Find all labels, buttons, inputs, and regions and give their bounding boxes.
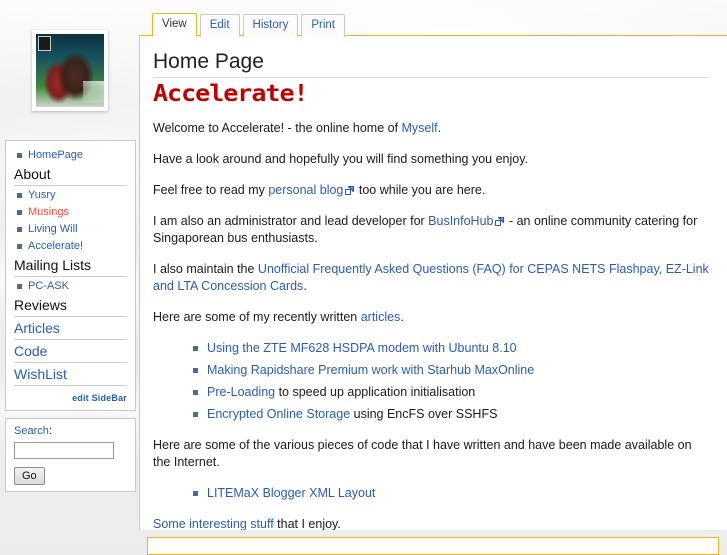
sidebar-heading-code[interactable]: Code [14,343,127,363]
intro-text-b: . [437,121,442,135]
article-link[interactable]: Using the ZTE MF628 HSDPA modem with Ubu… [207,341,517,355]
businfohub-text-a: I am also an administrator and lead deve… [153,214,429,228]
sidebar-item-pc-ask[interactable]: PC-ASK [14,278,127,294]
search-go-button[interactable]: Go [14,467,45,485]
sidebar-item-label[interactable]: PC-ASK [28,280,69,292]
articles-text-b: . [400,310,404,324]
external-link-icon [345,186,355,195]
intro-text-a: Welcome to Accelerate! - the online home… [153,121,402,135]
interesting-stuff-paragraph: Some interesting stuff that I enjoy. [153,516,709,530]
sidebar-item-homepage[interactable]: HomePage [14,147,127,163]
code-list: LITEMaX Blogger XML Layout [153,485,709,502]
search-label-colon: : [48,425,52,437]
businfohub-link[interactable]: BusInfoHub [428,214,493,228]
list-item: LITEMaX Blogger XML Layout [193,485,709,502]
footer-notice-box [147,537,719,555]
sidebar-search-panel: Search: Go [5,418,136,492]
sidebar-about-list: Yusry Musings Living Will Accelerate! [14,187,127,254]
article-rest: to speed up application initialisation [275,385,476,399]
sidebar-item-label[interactable]: Musings [28,206,69,218]
search-label: Search: [14,425,127,437]
search-input[interactable] [14,442,114,459]
faq-text-b: . [303,279,307,293]
myself-link[interactable]: Myself [402,121,438,135]
main-content: Home Page Accelerate! Welcome to Acceler… [139,35,727,530]
external-link-icon [495,217,505,226]
sidebar-heading-articles[interactable]: Articles [14,320,127,340]
list-item: Pre-Loading to speed up application init… [193,384,709,401]
site-logo-photo [35,33,104,107]
sidebar-nav-panel: HomePage About Yusry Musings Living Will… [5,140,136,411]
page-action-tabs: View Edit History Print [152,13,348,37]
sidebar-heading-about: About [14,166,127,186]
tab-print[interactable]: Print [301,14,345,37]
code-intro-paragraph: Here are some of the various pieces of c… [153,438,692,469]
articles-intro-paragraph: Here are some of my recently written art… [153,309,709,326]
sidebar-item-label[interactable]: Accelerate! [28,240,83,252]
recent-articles-list: Using the ZTE MF628 HSDPA modem with Ubu… [153,340,709,423]
edit-sidebar-row: edit SideBar [14,389,127,404]
sidebar: HomePage About Yusry Musings Living Will… [0,0,139,545]
businfohub-paragraph: I am also an administrator and lead deve… [153,213,709,247]
article-link[interactable]: Making Rapidshare Premium work with Star… [207,363,534,377]
sidebar-home-list: HomePage [14,147,127,163]
accelerate-wordmark: Accelerate! [153,80,309,107]
sidebar-heading-reviews: Reviews [14,297,127,317]
articles-link[interactable]: articles [361,310,401,324]
article-rest: using EncFS over SSHFS [350,407,498,421]
interesting-stuff-link[interactable]: Some interesting stuff [153,517,274,530]
article-link[interactable]: Encrypted Online Storage [207,407,350,421]
tab-view[interactable]: View [152,13,197,37]
sidebar-item-musings[interactable]: Musings [14,204,127,220]
sidebar-mailing-list: PC-ASK [14,278,127,294]
sidebar-item-accelerate[interactable]: Accelerate! [14,238,127,254]
sidebar-item-yusry[interactable]: Yusry [14,187,127,203]
page-title: Home Page [153,49,709,78]
blog-text-a: Feel free to read my [153,183,269,197]
look-around-paragraph: Have a look around and hopefully you wil… [153,152,528,166]
sidebar-item-label[interactable]: Living Will [28,223,78,235]
articles-text-a: Here are some of my recently written [153,310,361,324]
article-link[interactable]: Pre-Loading [207,385,275,399]
tab-history[interactable]: History [242,14,299,37]
blog-text-b: too while you are here. [355,183,486,197]
faq-paragraph: I also maintain the Unofficial Frequentl… [153,261,709,295]
intro-paragraph: Welcome to Accelerate! - the online home… [153,120,709,137]
list-item: Making Rapidshare Premium work with Star… [193,362,709,379]
site-logo[interactable] [31,29,108,111]
sidebar-item-label[interactable]: Yusry [28,189,56,201]
list-item: Encrypted Online Storage using EncFS ove… [193,406,709,423]
tab-edit[interactable]: Edit [199,14,240,37]
list-item: Using the ZTE MF628 HSDPA modem with Ubu… [193,340,709,357]
search-label-link[interactable]: Search [14,425,49,437]
personal-blog-link[interactable]: personal blog [268,183,343,197]
sidebar-heading-wishlist[interactable]: WishList [14,366,127,386]
blog-paragraph: Feel free to read my personal blog too w… [153,182,709,199]
sidebar-item-label[interactable]: HomePage [28,149,83,161]
edit-sidebar-link[interactable]: edit SideBar [72,393,127,403]
site-logo-container [0,0,139,140]
interesting-stuff-rest: that I enjoy. [273,517,341,530]
code-link[interactable]: LITEMaX Blogger XML Layout [207,486,375,500]
sidebar-heading-mailing-lists: Mailing Lists [14,257,127,277]
sidebar-item-living-will[interactable]: Living Will [14,221,127,237]
faq-text-a: I also maintain the [153,262,258,276]
